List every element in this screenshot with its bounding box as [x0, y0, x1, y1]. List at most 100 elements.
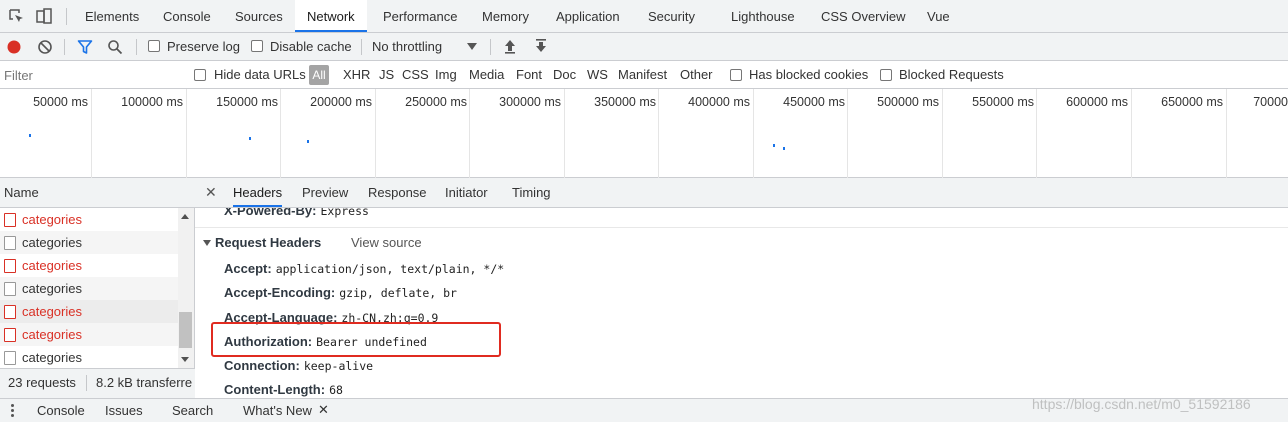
filter-type-doc[interactable]: Doc [553, 67, 576, 82]
header-name: Connection: [224, 358, 300, 373]
name-column-header[interactable]: Name [0, 178, 195, 208]
request-row[interactable]: categories [0, 254, 178, 277]
more-tools-icon[interactable] [11, 404, 14, 418]
tab-memory[interactable]: Memory [482, 0, 529, 32]
tab-sources[interactable]: Sources [235, 0, 283, 32]
tab-preview[interactable]: Preview [302, 178, 348, 207]
has-blocked-cookies-label[interactable]: Has blocked cookies [749, 67, 868, 82]
tab-console[interactable]: Console [163, 0, 211, 32]
view-source-link[interactable]: View source [351, 235, 422, 250]
filter-icon[interactable] [77, 39, 93, 55]
drawer-tab-console[interactable]: Console [37, 403, 85, 418]
request-marker [783, 147, 785, 150]
request-header-line: Content-Length: 68 [224, 382, 343, 397]
tabbar-divider [66, 8, 67, 25]
request-row[interactable]: categories [0, 346, 178, 368]
filter-type-other[interactable]: Other [680, 67, 713, 82]
tab-css-overview[interactable]: CSS Overview [821, 0, 906, 32]
header-name: Accept-Encoding: [224, 285, 336, 300]
clear-icon[interactable] [37, 39, 53, 55]
throttling-select[interactable]: No throttling [372, 39, 442, 54]
request-name: categories [22, 350, 82, 365]
header-name: Content-Length: [224, 382, 326, 397]
request-marker [773, 144, 775, 147]
request-row[interactable]: categories [0, 208, 178, 231]
filter-type-js[interactable]: JS [379, 67, 394, 82]
export-har-icon[interactable] [534, 38, 548, 54]
filter-type-all[interactable]: All [309, 65, 329, 85]
overview-gridline [1131, 89, 1132, 178]
filter-type-font[interactable]: Font [516, 67, 542, 82]
toolbar-divider [490, 39, 491, 55]
preserve-log-checkbox[interactable] [148, 40, 160, 52]
authorization-highlight-box [211, 322, 501, 357]
request-rows: categories categories categories categor… [0, 208, 178, 368]
tab-response[interactable]: Response [368, 178, 427, 207]
disable-cache-checkbox[interactable] [251, 40, 263, 52]
blocked-requests-label[interactable]: Blocked Requests [899, 67, 1004, 82]
request-list-pane: Name categories categories categories ca… [0, 178, 195, 398]
tab-timing[interactable]: Timing [512, 178, 551, 207]
filter-input[interactable] [0, 64, 180, 86]
drawer-tab-search[interactable]: Search [172, 403, 213, 418]
tab-security[interactable]: Security [648, 0, 695, 32]
scrollbar-thumb[interactable] [179, 312, 192, 348]
request-list-scrollbar[interactable] [178, 208, 194, 368]
close-details-icon[interactable]: ✕ [205, 184, 217, 201]
inspect-element-icon[interactable] [7, 7, 25, 25]
file-icon [4, 328, 16, 342]
request-name: categories [22, 212, 82, 227]
overview-gridline [186, 89, 187, 178]
tab-network[interactable]: Network [295, 0, 367, 32]
header-value: application/json, text/plain, */* [275, 262, 505, 276]
scroll-up-arrow-icon[interactable] [181, 214, 189, 219]
dropdown-arrow-icon[interactable] [467, 43, 477, 51]
request-row[interactable]: categories [0, 300, 178, 323]
network-toolbar: Preserve log Disable cache No throttling [0, 33, 1288, 61]
overview-tick-label: 600000 ms [1066, 95, 1128, 109]
filter-type-img[interactable]: Img [435, 67, 457, 82]
tab-performance[interactable]: Performance [383, 0, 457, 32]
record-icon[interactable] [6, 39, 22, 55]
devtools-tabbar: Elements Console Sources Network Perform… [0, 0, 1288, 33]
tab-headers[interactable]: Headers [233, 178, 283, 207]
tab-initiator[interactable]: Initiator [445, 178, 488, 207]
network-summary-bar: 23 requests 8.2 kB transferre [0, 368, 195, 398]
overview-tick-label: 200000 ms [310, 95, 372, 109]
toolbar-divider [64, 39, 65, 55]
hide-data-urls-checkbox[interactable] [194, 69, 206, 81]
filter-type-xhr[interactable]: XHR [343, 67, 370, 82]
filter-type-manifest[interactable]: Manifest [618, 67, 667, 82]
tab-application[interactable]: Application [556, 0, 620, 32]
request-row[interactable]: categories [0, 277, 178, 300]
overview-gridline [375, 89, 376, 178]
drawer-tab-whats-new[interactable]: What's New [243, 403, 312, 418]
filter-type-media[interactable]: Media [469, 67, 504, 82]
filter-type-css[interactable]: CSS [402, 67, 429, 82]
preserve-log-label[interactable]: Preserve log [167, 39, 240, 54]
blocked-requests-checkbox[interactable] [880, 69, 892, 81]
close-whats-new-icon[interactable]: ✕ [318, 402, 329, 418]
search-icon[interactable] [107, 39, 123, 55]
scroll-down-arrow-icon[interactable] [181, 357, 189, 362]
import-har-icon[interactable] [503, 38, 517, 54]
tab-vue[interactable]: Vue [927, 0, 950, 32]
hide-data-urls-label[interactable]: Hide data URLs [214, 67, 306, 82]
network-overview-timeline[interactable]: 50000 ms 100000 ms 150000 ms 200000 ms 2… [0, 89, 1288, 178]
filter-type-ws[interactable]: WS [587, 67, 608, 82]
overview-gridline [91, 89, 92, 178]
request-row[interactable]: categories [0, 323, 178, 346]
request-row[interactable]: categories [0, 231, 178, 254]
toolbar-divider [136, 39, 137, 55]
has-blocked-cookies-checkbox[interactable] [730, 69, 742, 81]
tab-elements[interactable]: Elements [85, 0, 139, 32]
disable-cache-label[interactable]: Disable cache [270, 39, 352, 54]
section-title: Request Headers [215, 235, 322, 250]
drawer-tab-issues[interactable]: Issues [105, 403, 143, 418]
header-value: Express [320, 208, 369, 218]
request-headers-section-toggle[interactable]: Request Headers [203, 235, 321, 250]
request-name: categories [22, 281, 82, 296]
request-name: categories [22, 327, 82, 342]
device-toolbar-icon[interactable] [35, 7, 53, 25]
tab-lighthouse[interactable]: Lighthouse [731, 0, 795, 32]
